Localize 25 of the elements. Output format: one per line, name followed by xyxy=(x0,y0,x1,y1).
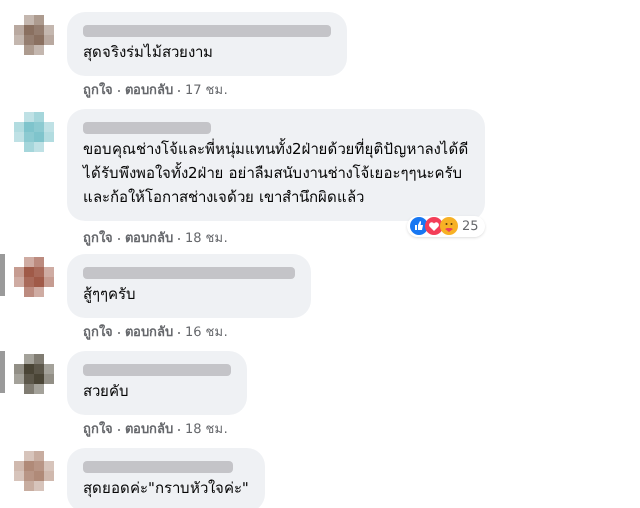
reply-link[interactable]: ตอบกลับ xyxy=(125,81,173,101)
comment-time[interactable]: 17 ชม. xyxy=(185,81,228,101)
comment-text: สุดยอดค่ะ"กราบหัวใจค่ะ" xyxy=(83,478,249,500)
reply-link[interactable]: ตอบกลับ xyxy=(125,229,173,249)
comment-time[interactable]: 18 ชม. xyxy=(185,229,228,249)
comment-text: สุดจริงร่มไม้สวยงาม xyxy=(83,42,214,64)
reaction-count: 25 xyxy=(462,218,480,236)
care-icon xyxy=(440,217,458,236)
reply-link[interactable]: ตอบกลับ xyxy=(125,323,173,343)
like-link[interactable]: ถูกใจ xyxy=(83,81,113,101)
like-link[interactable]: ถูกใจ xyxy=(83,323,113,343)
comment-time[interactable]: 18 ชม. xyxy=(185,420,228,440)
avatar-icon[interactable] xyxy=(14,354,54,394)
comment-text: สู้ๆๆครับ xyxy=(83,284,137,305)
like-link[interactable]: ถูกใจ xyxy=(83,229,113,249)
avatar-icon[interactable] xyxy=(14,257,54,297)
avatar-icon[interactable] xyxy=(14,15,54,55)
comment-text: สวยคับ xyxy=(83,381,130,402)
like-link[interactable]: ถูกใจ xyxy=(83,420,113,440)
thread-marker xyxy=(0,254,5,296)
reply-link[interactable]: ตอบกลับ xyxy=(125,420,173,440)
comment-text: ขอบคุณช่างโจ้และพี่หนุ่มแทนทั้ง2ฝ่ายด้วยที่ยุติปัญหาลงได้ดี ได้รับพึงพอใจทั้ง2ฝ่าย อย่าลืมสนับงานช่างโจ้เยอะๆๆนะครับ และก้อให้โอกาสช่างเจด้วย เขาสำนึกผิดแล้ว xyxy=(83,137,469,208)
reaction-badge[interactable]: 25 xyxy=(407,216,485,237)
thread-marker xyxy=(0,351,5,393)
comment-time[interactable]: 16 ชม. xyxy=(185,323,228,343)
